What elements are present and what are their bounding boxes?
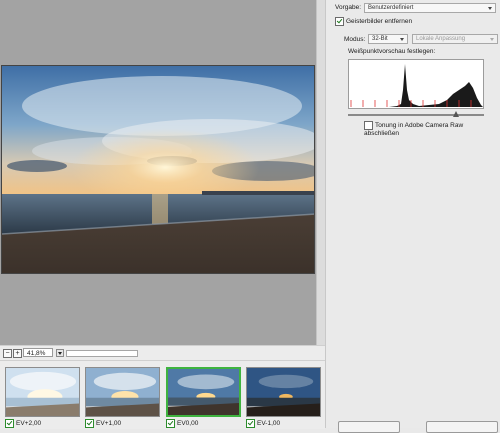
toning-label: Tonung in Adobe Camera Raw abschließen <box>364 122 464 137</box>
bottom-button[interactable] <box>426 421 498 433</box>
zoom-bar: − + 41,8% <box>0 345 325 361</box>
chevron-down-icon <box>400 38 404 41</box>
thumbnail-checkbox[interactable] <box>166 419 175 428</box>
slider-handle-icon[interactable] <box>453 111 459 117</box>
histogram <box>348 59 484 109</box>
whitepoint-label: Weißpunktvorschau festlegen: <box>348 48 436 55</box>
ghost-option[interactable]: Geisterbilder entfernen <box>335 17 412 26</box>
ghost-label: Geisterbilder entfernen <box>346 18 413 26</box>
thumbnail-ev-0[interactable] <box>166 367 241 417</box>
preset-label: Vorgabe: <box>335 4 362 11</box>
thumbnail-label: EV0,00 <box>166 419 198 428</box>
method-select: Lokale Anpassung <box>412 34 498 44</box>
thumbnail-label: EV+1,00 <box>85 419 121 428</box>
preset-select[interactable]: Benutzerdefiniert <box>364 3 496 13</box>
hdr-settings-panel: Vorgabe: Benutzerdefiniert Geisterbilder… <box>325 0 500 433</box>
thumbnail-checkbox[interactable] <box>5 419 14 428</box>
zoom-slider-track[interactable] <box>66 350 138 357</box>
preview-canvas[interactable] <box>0 0 326 345</box>
preset-value: Benutzerdefiniert <box>368 5 414 11</box>
exposure-filmstrip: EV+2,00 EV+1,00 EV0,00 EV-1,00 <box>0 360 325 429</box>
toning-checkbox[interactable] <box>364 121 373 130</box>
histogram-graph <box>349 64 483 107</box>
mode-label: Modus: <box>344 36 366 43</box>
thumbnail-label: EV+2,00 <box>5 419 41 428</box>
thumbnail-ev-plus-2[interactable] <box>5 367 80 417</box>
thumbnail-ev-minus-1[interactable] <box>246 367 321 417</box>
chevron-down-icon <box>490 38 494 41</box>
thumbnail-label: EV-1,00 <box>246 419 280 428</box>
thumbnail-checkbox[interactable] <box>246 419 255 428</box>
whitepoint-slider[interactable] <box>348 114 484 116</box>
preview-image <box>1 65 315 274</box>
zoom-value-field[interactable]: 41,8% <box>23 348 53 357</box>
mode-select[interactable]: 32-Bit <box>368 34 408 44</box>
method-value: Lokale Anpassung <box>416 36 466 42</box>
zoom-in-button[interactable]: + <box>13 349 22 358</box>
bottom-button[interactable] <box>338 421 400 433</box>
zoom-dropdown-icon[interactable] <box>56 349 64 357</box>
thumbnail-checkbox[interactable] <box>85 419 94 428</box>
mode-value: 32-Bit <box>372 36 388 42</box>
toning-option[interactable]: Tonung in Adobe Camera Raw abschließen <box>364 121 500 137</box>
zoom-out-button[interactable]: − <box>3 349 12 358</box>
ghost-checkbox[interactable] <box>335 17 344 26</box>
chevron-down-icon <box>488 7 492 10</box>
thumbnail-ev-plus-1[interactable] <box>85 367 160 417</box>
